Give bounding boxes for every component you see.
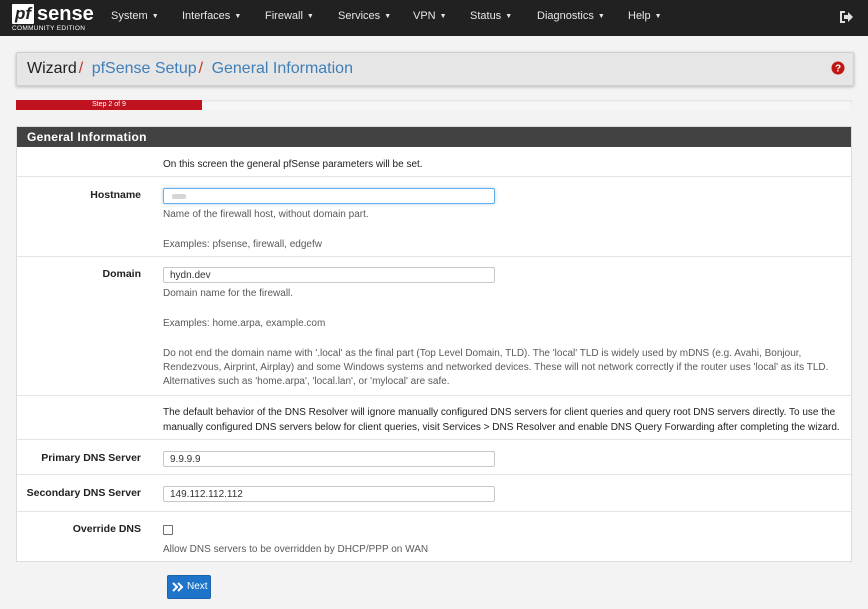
nav-diagnostics[interactable]: Diagnostics ▼ [537,0,605,36]
domain-input[interactable] [163,267,495,283]
logo-sense: sense [37,3,94,25]
breadcrumb-general-information[interactable]: General Information [212,60,353,77]
caret-down-icon: ▼ [505,13,513,20]
domain-warning-line-2: Rendezvous, Airprint, Airplay) and some … [163,362,829,373]
breadcrumb-separator: / [78,60,84,77]
nav-system[interactable]: System ▼ [111,0,159,36]
hostname-row: Hostname Name of the firewall host, with… [17,176,851,257]
breadcrumb-separator: / [198,60,204,77]
caret-down-icon: ▼ [151,13,159,20]
hostname-examples: Examples: pfsense, firewall, edgefw [163,239,322,250]
primary-dns-row: Primary DNS Server [17,439,851,475]
domain-examples: Examples: home.arpa, example.com [163,318,326,329]
caret-down-icon: ▼ [654,13,662,20]
primary-dns-input[interactable] [163,451,495,467]
logo-edition: COMMUNITY EDITION [12,25,86,32]
help-icon[interactable]: ? [831,61,845,75]
pfsense-logo[interactable]: pf sense COMMUNITY EDITION [12,3,94,32]
domain-warning-line-3: Alternatives such as 'home.arpa', 'local… [163,376,450,387]
override-dns-help: Allow DNS servers to be overridden by DH… [163,544,429,555]
domain-label: Domain [102,268,141,280]
dns-note-line-2: manually configured DNS servers below fo… [163,422,840,433]
logo-pf: pf [12,4,35,24]
hostname-help: Name of the firewall host, without domai… [163,209,369,220]
override-dns-checkbox[interactable] [163,525,173,535]
domain-help: Domain name for the firewall. [163,288,294,299]
hostname-label: Hostname [90,189,141,201]
nav-firewall[interactable]: Firewall ▼ [265,0,314,36]
nav-services[interactable]: Services ▼ [338,0,391,36]
domain-row: Domain Domain name for the firewall. Exa… [17,256,851,396]
panel-title: General Information [17,127,851,147]
breadcrumb: Wizard / pfSense Setup / General Informati… [16,52,854,86]
override-dns-row: Override DNS Allow DNS servers to be ove… [17,511,851,562]
svg-text:?: ? [835,64,841,75]
secondary-dns-label: Secondary DNS Server [26,487,141,499]
secondary-dns-row: Secondary DNS Server [17,474,851,512]
progress-bar-fill: Step 2 of 9 [16,100,202,110]
dns-note-row: The default behavior of the DNS Resolver… [17,395,851,440]
intro-text: On this screen the general pfSense param… [163,159,423,170]
nav-interfaces[interactable]: Interfaces ▼ [182,0,241,36]
caret-down-icon: ▼ [439,13,447,20]
hostname-redacted-value [172,194,186,199]
nav-help[interactable]: Help ▼ [628,0,662,36]
caret-down-icon: ▼ [234,13,242,20]
wizard-progress: Step 2 of 9 [16,100,852,110]
caret-down-icon: ▼ [306,13,314,20]
chevron-right-double-icon [172,582,184,592]
breadcrumb-wizard: Wizard [27,60,77,77]
breadcrumb-pfsense-setup[interactable]: pfSense Setup [92,60,197,77]
nav-status[interactable]: Status ▼ [470,0,512,36]
domain-warning-line-1: Do not end the domain name with '.local'… [163,348,802,359]
intro-row: On this screen the general pfSense param… [17,147,851,176]
caret-down-icon: ▼ [384,13,392,20]
nav-vpn[interactable]: VPN ▼ [413,0,447,36]
top-navbar: pf sense COMMUNITY EDITION System ▼ Inter… [0,0,868,36]
next-button[interactable]: Next [167,575,211,599]
hostname-input[interactable] [163,188,495,204]
primary-dns-label: Primary DNS Server [41,452,141,464]
dns-note-line-1: The default behavior of the DNS Resolver… [163,407,836,418]
next-button-label: Next [187,581,208,592]
general-information-panel: General Information On this screen the g… [16,126,852,562]
override-dns-label: Override DNS [72,523,141,535]
secondary-dns-input[interactable] [163,486,495,502]
caret-down-icon: ▼ [597,13,605,20]
logout-icon[interactable] [838,10,854,24]
